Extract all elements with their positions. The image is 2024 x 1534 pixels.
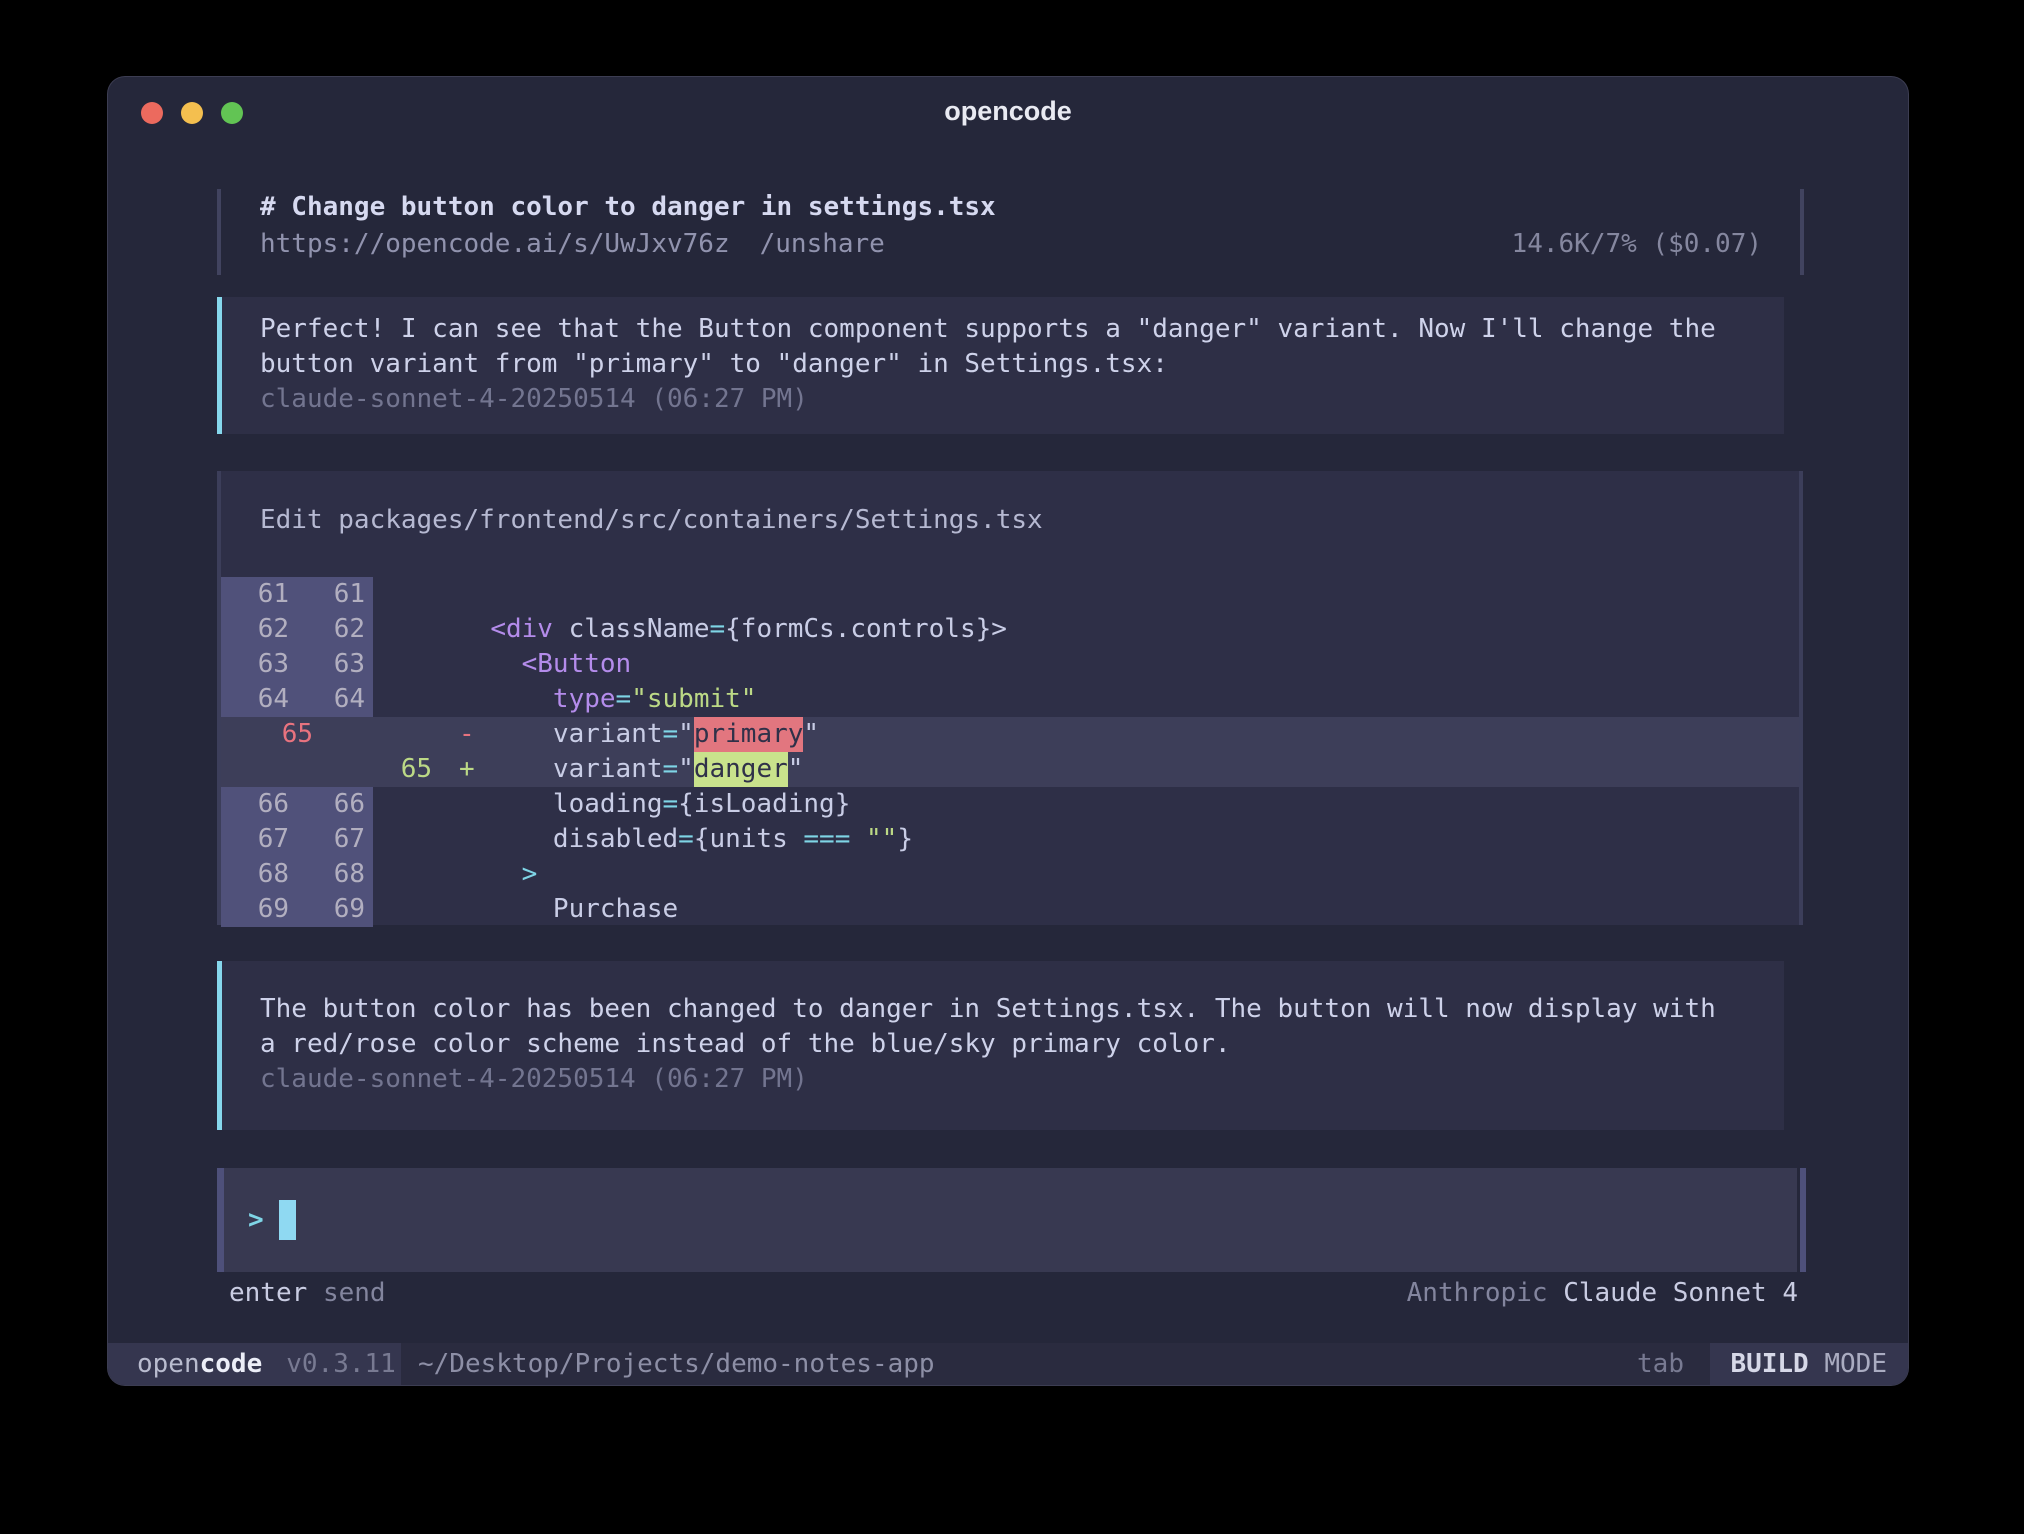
diff-row: 6161 xyxy=(221,577,1799,612)
diff-row: 6262 <div className={formCs.controls}> xyxy=(221,612,1799,647)
text-cursor xyxy=(279,1200,296,1240)
diff-code-line: > xyxy=(459,857,537,892)
mode-suffix: MODE xyxy=(1809,1349,1887,1379)
model-indicator: Anthropic Claude Sonnet 4 xyxy=(1407,1275,1798,1311)
old-line-number: 63 xyxy=(221,647,297,682)
edit-tool-title: Edit packages/frontend/src/containers/Se… xyxy=(260,503,1043,538)
header-right-border xyxy=(1800,189,1804,275)
mode-name: BUILD xyxy=(1730,1349,1808,1379)
new-line-number: 61 xyxy=(297,577,373,612)
new-line-number: 68 xyxy=(297,857,373,892)
session-title: # Change button color to danger in setti… xyxy=(260,190,996,225)
diff-view: 61616262 <div className={formCs.controls… xyxy=(221,577,1799,927)
working-directory: ~/Desktop/Projects/demo-notes-app xyxy=(418,1343,935,1385)
diff-code-line: disabled={units === ""} xyxy=(459,822,913,857)
edit-tool-block: Edit packages/frontend/src/containers/Se… xyxy=(217,471,1803,925)
old-line-number: 67 xyxy=(221,822,297,857)
status-bar: opencode v0.3.11 ~/Desktop/Projects/demo-… xyxy=(108,1343,1908,1385)
diff-row: 65 + variant="danger" xyxy=(221,752,1799,787)
input-right-border xyxy=(1800,1168,1806,1272)
app-version: v0.3.11 xyxy=(286,1349,396,1379)
old-line-number: 69 xyxy=(221,892,297,927)
app-name-code: code xyxy=(200,1349,263,1379)
diff-row: 6666 loading={isLoading} xyxy=(221,787,1799,822)
mode-chip: BUILD MODE xyxy=(1710,1343,1908,1385)
message-line: Perfect! I can see that the Button compo… xyxy=(260,312,1784,347)
app-name-open: open xyxy=(137,1349,200,1379)
diff-code-line: <div className={formCs.controls}> xyxy=(459,612,1007,647)
assistant-message: Perfect! I can see that the Button compo… xyxy=(217,297,1784,434)
diff-row: 6868 > xyxy=(221,857,1799,892)
enter-hint: enter send xyxy=(229,1275,386,1311)
old-line-number: 65 xyxy=(221,717,321,752)
header-left-border xyxy=(217,189,221,275)
token-cost-stats: 14.6K/7% ($0.07) xyxy=(260,227,1762,262)
diff-row: 6969 Purchase xyxy=(221,892,1799,927)
screenshot-stage: opencode # Change button color to danger… xyxy=(0,0,2024,1534)
old-line-number: 68 xyxy=(221,857,297,892)
new-line-number: 62 xyxy=(297,612,373,647)
diff-code-line: - variant="primary" xyxy=(459,717,819,752)
diff-row: 6767 disabled={units === ""} xyxy=(221,822,1799,857)
diff-row: 65 - variant="primary" xyxy=(221,717,1799,752)
old-line-number: 62 xyxy=(221,612,297,647)
diff-code-line: + variant="danger" xyxy=(459,752,803,787)
new-line-number xyxy=(321,717,440,752)
window-title: opencode xyxy=(108,96,1908,127)
model-label: Claude Sonnet 4 xyxy=(1563,1278,1798,1308)
prompt-input[interactable]: > xyxy=(217,1168,1797,1272)
diff-row: 6363 <Button xyxy=(221,647,1799,682)
message-line: button variant from "primary" to "danger… xyxy=(260,347,1784,382)
new-line-number: 65 xyxy=(321,752,440,787)
diff-row: 6464 type="submit" xyxy=(221,682,1799,717)
opencode-window: opencode # Change button color to danger… xyxy=(108,77,1908,1385)
new-line-number: 67 xyxy=(297,822,373,857)
assistant-message: The button color has been changed to dan… xyxy=(217,961,1784,1130)
message-meta: claude-sonnet-4-20250514 (06:27 PM) xyxy=(260,1062,1784,1097)
message-meta: claude-sonnet-4-20250514 (06:27 PM) xyxy=(260,382,1784,417)
enter-action-label: send xyxy=(323,1278,386,1308)
new-line-number: 63 xyxy=(297,647,373,682)
window-titlebar: opencode xyxy=(108,77,1908,153)
new-line-number: 66 xyxy=(297,787,373,822)
old-line-number xyxy=(221,752,321,787)
old-line-number: 61 xyxy=(221,577,297,612)
diff-code-line: type="submit" xyxy=(459,682,756,717)
diff-code-line: Purchase xyxy=(459,892,678,927)
diff-code-line: loading={isLoading} xyxy=(459,787,850,822)
new-line-number: 64 xyxy=(297,682,373,717)
old-line-number: 64 xyxy=(221,682,297,717)
old-line-number: 66 xyxy=(221,787,297,822)
diff-code-line: <Button xyxy=(459,647,631,682)
provider-label: Anthropic xyxy=(1407,1278,1548,1308)
prompt-caret: > xyxy=(248,1205,264,1235)
message-line: The button color has been changed to dan… xyxy=(260,992,1784,1027)
new-line-number: 69 xyxy=(297,892,373,927)
message-line: a red/rose color scheme instead of the b… xyxy=(260,1027,1784,1062)
hint-row: enter send Anthropic Claude Sonnet 4 xyxy=(108,1275,1908,1311)
app-version-chip: opencode v0.3.11 xyxy=(108,1343,401,1385)
tab-key-hint: tab xyxy=(1637,1343,1684,1385)
enter-key-label: enter xyxy=(229,1278,307,1308)
